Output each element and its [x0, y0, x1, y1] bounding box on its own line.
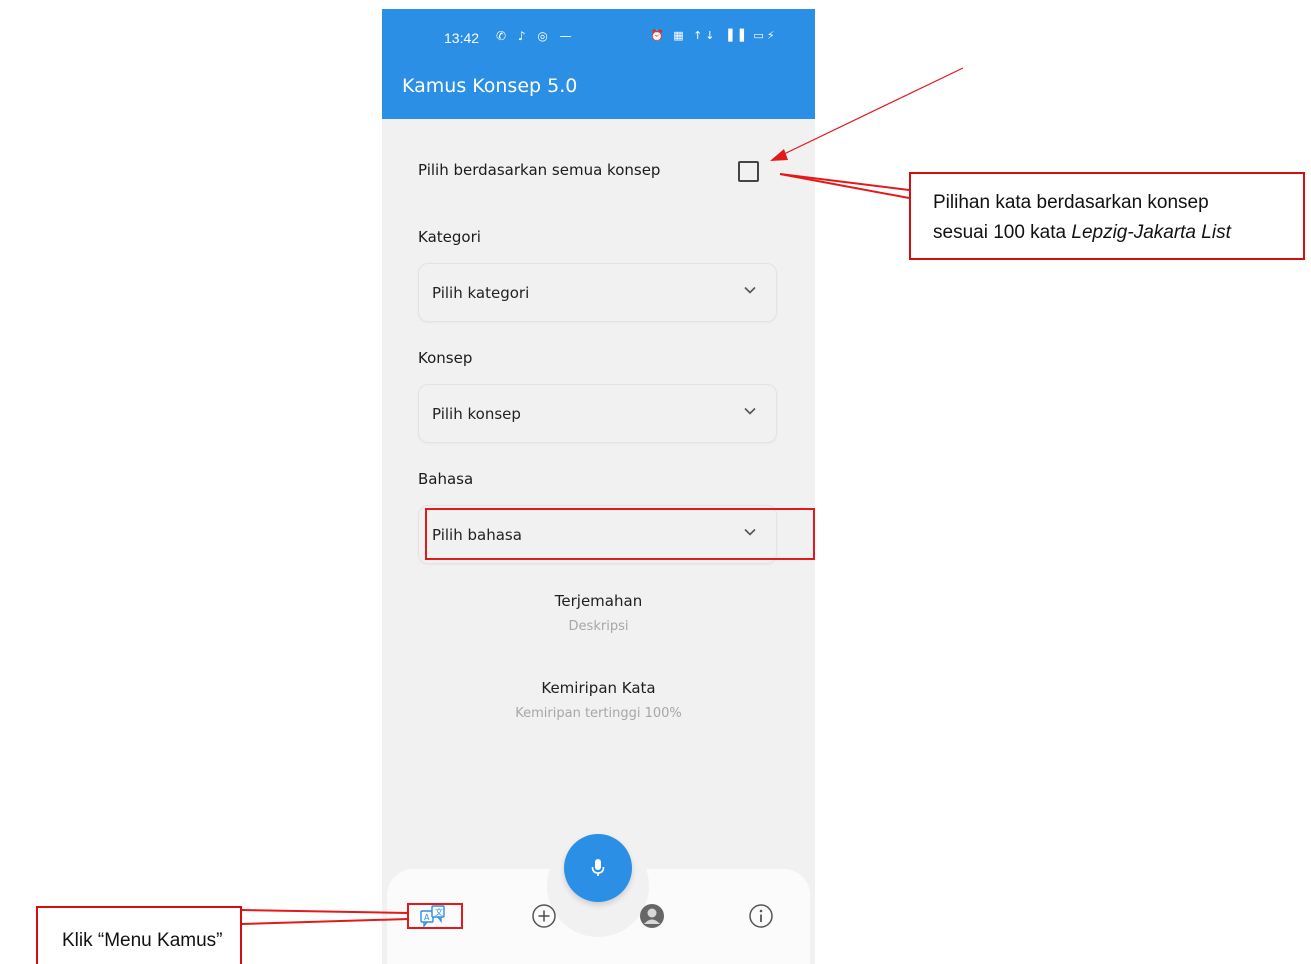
notification-icons: ✆ ♪ ◎ —: [496, 29, 576, 43]
concept-callout: Pilihan kata berdasarkan konsep sesuai 1…: [909, 172, 1305, 260]
add-icon[interactable]: [530, 902, 558, 930]
category-label: Kategori: [418, 228, 481, 246]
menu-callout: Klik “Menu Kamus”: [36, 906, 242, 964]
language-label: Bahasa: [418, 470, 474, 488]
concept-label: Konsep: [418, 349, 473, 367]
microphone-button[interactable]: [564, 834, 632, 902]
concept-dropdown[interactable]: Pilih konsep: [418, 384, 777, 443]
all-concepts-checkbox[interactable]: [738, 161, 759, 182]
profile-icon[interactable]: [638, 902, 666, 930]
callout-line-1: Pilihan kata berdasarkan konsep: [933, 192, 1209, 213]
status-bar: 13:42 ✆ ♪ ◎ — ⏰ ▦ ↑↓ ▐▐ ▭⚡: [382, 9, 815, 51]
category-value: Pilih kategori: [432, 284, 530, 302]
chevron-down-icon: [744, 286, 756, 294]
category-dropdown[interactable]: Pilih kategori: [418, 263, 777, 322]
phone-screen: 13:42 ✆ ♪ ◎ — ⏰ ▦ ↑↓ ▐▐ ▭⚡ Kamus Konsep …: [382, 9, 815, 964]
app-bar: Kamus Konsep 5.0: [382, 51, 815, 119]
similarity-title: Kemiripan Kata: [541, 679, 656, 697]
system-icons: ⏰ ▦ ↑↓ ▐▐ ▭⚡: [650, 29, 778, 42]
concept-callout-text: Pilihan kata berdasarkan konsep sesuai 1…: [933, 188, 1231, 248]
menu-callout-text: Klik “Menu Kamus”: [62, 930, 223, 951]
similarity-description: Kemiripan tertinggi 100%: [515, 706, 682, 721]
app-title: Kamus Konsep 5.0: [402, 75, 578, 97]
language-highlight-box: [425, 508, 815, 560]
status-time: 13:42: [444, 30, 480, 46]
translation-description: Deskripsi: [568, 619, 629, 634]
all-concepts-label: Pilih berdasarkan semua konsep: [418, 161, 661, 179]
callout-line-2: sesuai 100 kata: [933, 222, 1072, 243]
concept-value: Pilih konsep: [432, 405, 521, 423]
info-icon[interactable]: [747, 902, 775, 930]
chevron-down-icon: [744, 407, 756, 415]
microphone-icon: [591, 859, 605, 876]
callout-list-name: Lepzig-Jakarta List: [1071, 222, 1231, 243]
menu-highlight-box: [407, 903, 463, 929]
translation-title: Terjemahan: [554, 592, 643, 610]
